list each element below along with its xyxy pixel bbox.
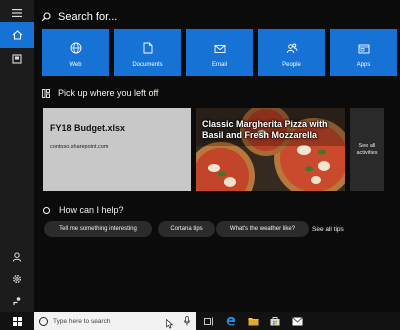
activity-icon (42, 88, 50, 98)
edge-icon (226, 316, 236, 326)
web-tile[interactable]: Web (42, 29, 109, 76)
documents-tile[interactable]: Documents (114, 29, 181, 76)
mail-app-icon (291, 316, 303, 325)
edge-taskbar-button[interactable] (220, 312, 242, 330)
apps-icon (358, 44, 369, 54)
recent-document-card[interactable]: FY18 Budget.xlsx contoso.sharepoint.com (43, 108, 191, 191)
suggestion-chip-label: Tell me something interesting (59, 226, 137, 232)
mouse-cursor-icon (166, 319, 173, 329)
see-all-activities-line2: activities (356, 149, 378, 156)
people-tile[interactable]: People (258, 29, 325, 76)
home-button[interactable] (0, 22, 34, 48)
microphone-icon[interactable] (184, 316, 190, 326)
file-explorer-taskbar-button[interactable] (242, 312, 264, 330)
notebook-icon (12, 54, 22, 64)
cortana-ring-icon (43, 206, 50, 214)
recent-recipe-card[interactable]: Classic Margherita Pizza with Basil and … (196, 108, 345, 191)
suggestion-chip-cortana-tips[interactable]: Cortana tips (158, 221, 215, 237)
see-all-tips-link[interactable]: See all tips (312, 221, 344, 237)
left-rail (0, 0, 34, 312)
email-tile[interactable]: Email (186, 29, 253, 76)
task-view-icon (204, 317, 213, 325)
pickup-section-title: Pick up where you left off (58, 88, 159, 98)
see-all-activities-line1: See all (358, 142, 376, 149)
suggestion-chip-label: What's the weather like? (229, 226, 296, 232)
person-icon (12, 252, 22, 262)
search-filter-tiles: Web Documents Email People Apps (42, 29, 398, 76)
suggestion-chip-interesting[interactable]: Tell me something interesting (44, 221, 152, 237)
cortana-home-panel: Search for... Web Documents Email People… (34, 0, 400, 312)
document-title: FY18 Budget.xlsx (50, 123, 126, 133)
mail-icon (214, 45, 225, 53)
document-icon (143, 42, 152, 54)
suggestion-chip-weather[interactable]: What's the weather like? (216, 221, 309, 237)
home-icon (12, 30, 22, 40)
pickup-section-heading: Pick up where you left off (42, 88, 158, 98)
people-icon (286, 43, 297, 54)
documents-tile-label: Documents (132, 62, 163, 68)
store-bag-icon (270, 317, 280, 326)
web-tile-label: Web (69, 62, 82, 68)
store-taskbar-button[interactable] (264, 312, 286, 330)
folder-icon (248, 317, 258, 325)
help-section-title: How can I help? (59, 205, 124, 215)
apps-tile-label: Apps (356, 62, 371, 68)
feedback-button[interactable] (0, 288, 34, 314)
apps-tile[interactable]: Apps (330, 29, 397, 76)
globe-icon (70, 42, 81, 54)
taskbar-search-placeholder: Type here to search (53, 317, 111, 325)
feedback-icon (13, 297, 21, 305)
taskbar: Type here to search (0, 312, 400, 330)
help-section-heading: How can I help? (43, 203, 124, 217)
start-button[interactable] (0, 312, 34, 330)
gear-icon (13, 275, 21, 283)
people-tile-label: People (282, 62, 301, 68)
notebook-button[interactable] (0, 46, 34, 72)
suggestion-chip-label: Cortana tips (170, 226, 203, 232)
search-for-row[interactable]: Search for... (34, 6, 400, 28)
task-view-button[interactable] (198, 312, 220, 330)
document-source: contoso.sharepoint.com (50, 144, 109, 150)
hamburger-icon (12, 9, 22, 17)
recipe-title: Classic Margherita Pizza with Basil and … (202, 119, 328, 140)
mail-taskbar-button[interactable] (286, 312, 308, 330)
windows-logo-icon (12, 316, 22, 326)
email-tile-label: Email (211, 62, 227, 68)
search-for-label: Search for... (58, 11, 118, 23)
search-icon (41, 12, 51, 22)
cortana-circle-icon (39, 316, 48, 326)
see-all-activities-button[interactable]: See all activities (350, 108, 384, 191)
